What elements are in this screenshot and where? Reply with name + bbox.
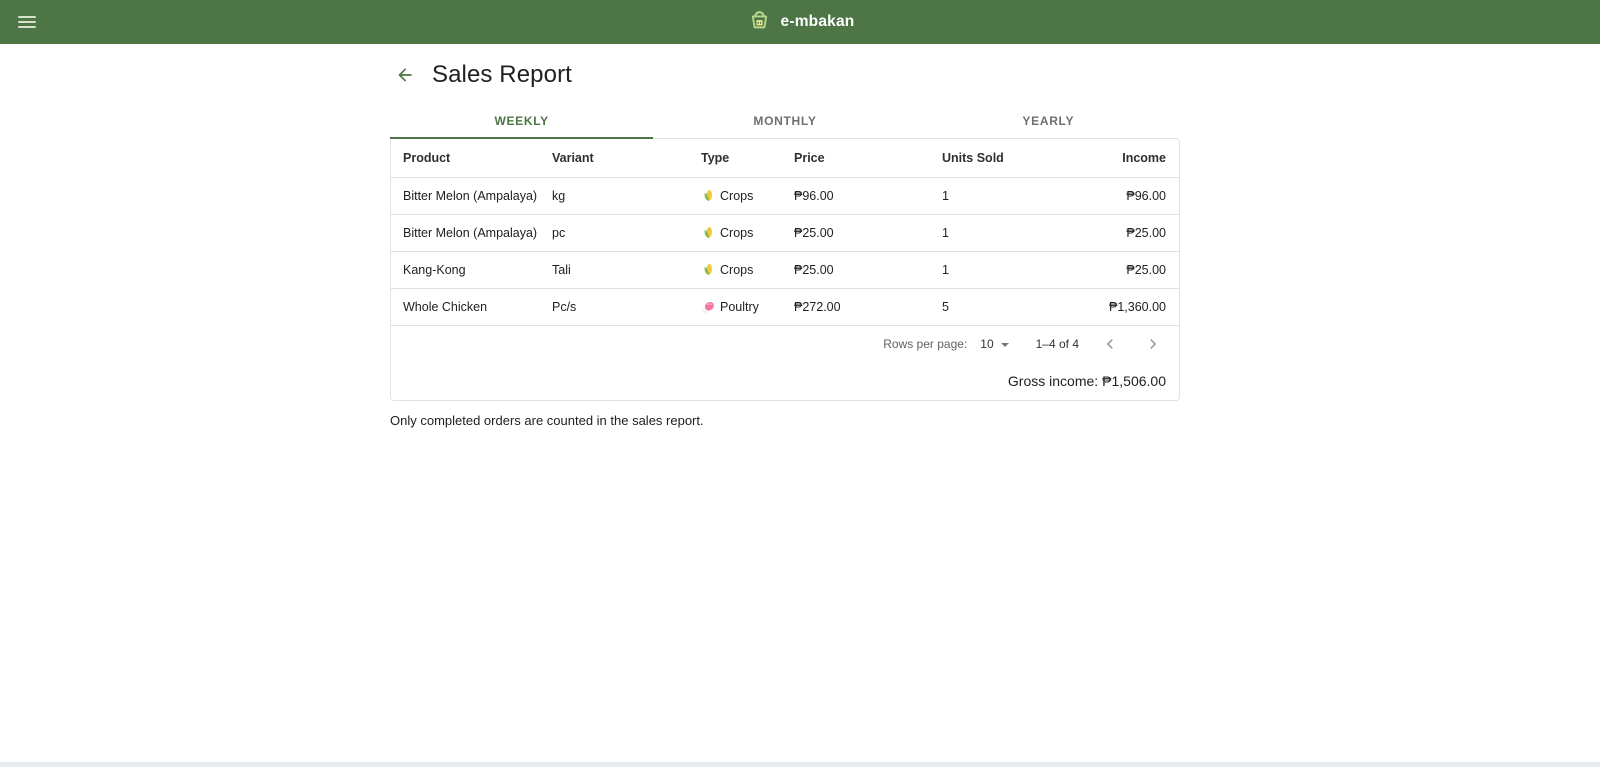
app-title: e-mbakan xyxy=(781,13,855,31)
units-sold-cell: 1 xyxy=(942,226,1092,240)
tab-weekly[interactable]: WEEKLY xyxy=(390,103,653,138)
gross-income-row: Gross income: ₱1,506.00 xyxy=(391,362,1179,400)
tab-weekly-label: WEEKLY xyxy=(494,114,548,128)
previous-page-button[interactable] xyxy=(1098,332,1122,356)
page-header: Sales Report xyxy=(390,55,1180,95)
tab-monthly[interactable]: MONTHLY xyxy=(653,103,916,138)
variant-cell: kg xyxy=(552,189,701,203)
tab-yearly-label: YEARLY xyxy=(1022,114,1074,128)
table-body: Bitter Melon (Ampalaya) kg Crops ₱96.00 … xyxy=(391,178,1179,326)
sales-table-card: Product Variant Type Price Units Sold In… xyxy=(390,138,1180,401)
report-footnote: Only completed orders are counted in the… xyxy=(390,413,1180,428)
income-cell: ₱1,360.00 xyxy=(1092,300,1166,314)
rows-per-page-select[interactable]: 10 xyxy=(980,337,1008,351)
meat-emoji-icon xyxy=(701,300,715,314)
rows-per-page-value: 10 xyxy=(980,337,993,351)
column-header-variant: Variant xyxy=(552,151,701,165)
product-cell: Bitter Melon (Ampalaya) xyxy=(403,226,552,240)
income-cell: ₱25.00 xyxy=(1092,263,1166,277)
units-sold-cell: 5 xyxy=(942,300,1092,314)
variant-cell: Pc/s xyxy=(552,300,701,314)
pagination-bar: Rows per page: 10 1–4 of 4 xyxy=(391,326,1179,362)
gross-income-value: ₱1,506.00 xyxy=(1102,373,1166,389)
product-cell: Whole Chicken xyxy=(403,300,552,314)
page-title: Sales Report xyxy=(432,61,572,89)
table-row: Kang-Kong Tali Crops ₱25.00 1 ₱25.00 xyxy=(391,252,1179,289)
type-cell: Crops xyxy=(701,226,794,240)
horizontal-scrollbar[interactable] xyxy=(0,762,1600,767)
app-logo: e-mbakan xyxy=(746,6,855,38)
app-bar: e-mbakan xyxy=(0,0,1600,44)
tab-monthly-label: MONTHLY xyxy=(753,114,816,128)
type-label: Poultry xyxy=(720,300,759,314)
product-cell: Kang-Kong xyxy=(403,263,552,277)
table-row: Bitter Melon (Ampalaya) pc Crops ₱25.00 … xyxy=(391,215,1179,252)
corn-emoji-icon xyxy=(701,189,715,203)
chevron-down-icon xyxy=(1001,343,1009,347)
type-cell: Poultry xyxy=(701,300,794,314)
income-cell: ₱25.00 xyxy=(1092,226,1166,240)
table-row: Whole Chicken Pc/s Poultry ₱272.00 5 ₱1,… xyxy=(391,289,1179,326)
arrow-left-icon xyxy=(395,65,415,85)
type-label: Crops xyxy=(720,189,753,203)
corn-emoji-icon xyxy=(701,263,715,277)
units-sold-cell: 1 xyxy=(942,263,1092,277)
column-header-price: Price xyxy=(794,151,942,165)
income-cell: ₱96.00 xyxy=(1092,189,1166,203)
period-tabs: WEEKLY MONTHLY YEARLY xyxy=(390,103,1180,138)
price-cell: ₱25.00 xyxy=(794,263,942,277)
rows-per-page-label: Rows per page: xyxy=(883,337,967,351)
units-sold-cell: 1 xyxy=(942,189,1092,203)
price-cell: ₱272.00 xyxy=(794,300,942,314)
product-cell: Bitter Melon (Ampalaya) xyxy=(403,189,552,203)
next-page-button[interactable] xyxy=(1141,332,1165,356)
type-cell: Crops xyxy=(701,263,794,277)
type-cell: Crops xyxy=(701,189,794,203)
column-header-units-sold: Units Sold xyxy=(942,151,1092,165)
variant-cell: pc xyxy=(552,226,701,240)
chevron-right-icon xyxy=(1143,334,1163,354)
table-row: Bitter Melon (Ampalaya) kg Crops ₱96.00 … xyxy=(391,178,1179,215)
pagination-range: 1–4 of 4 xyxy=(1036,337,1079,351)
column-header-product: Product xyxy=(403,151,552,165)
price-cell: ₱25.00 xyxy=(794,226,942,240)
column-header-income: Income xyxy=(1092,151,1166,165)
variant-cell: Tali xyxy=(552,263,701,277)
menu-button[interactable] xyxy=(16,9,42,35)
type-label: Crops xyxy=(720,226,753,240)
chevron-left-icon xyxy=(1100,334,1120,354)
table-header-row: Product Variant Type Price Units Sold In… xyxy=(391,139,1179,178)
back-button[interactable] xyxy=(392,62,418,88)
column-header-type: Type xyxy=(701,151,794,165)
tab-yearly[interactable]: YEARLY xyxy=(917,103,1180,138)
corn-emoji-icon xyxy=(701,226,715,240)
basket-icon xyxy=(746,6,773,38)
gross-income-label: Gross income: xyxy=(1008,373,1098,389)
main-content: Sales Report WEEKLY MONTHLY YEARLY Produ… xyxy=(390,55,1180,428)
price-cell: ₱96.00 xyxy=(794,189,942,203)
type-label: Crops xyxy=(720,263,753,277)
